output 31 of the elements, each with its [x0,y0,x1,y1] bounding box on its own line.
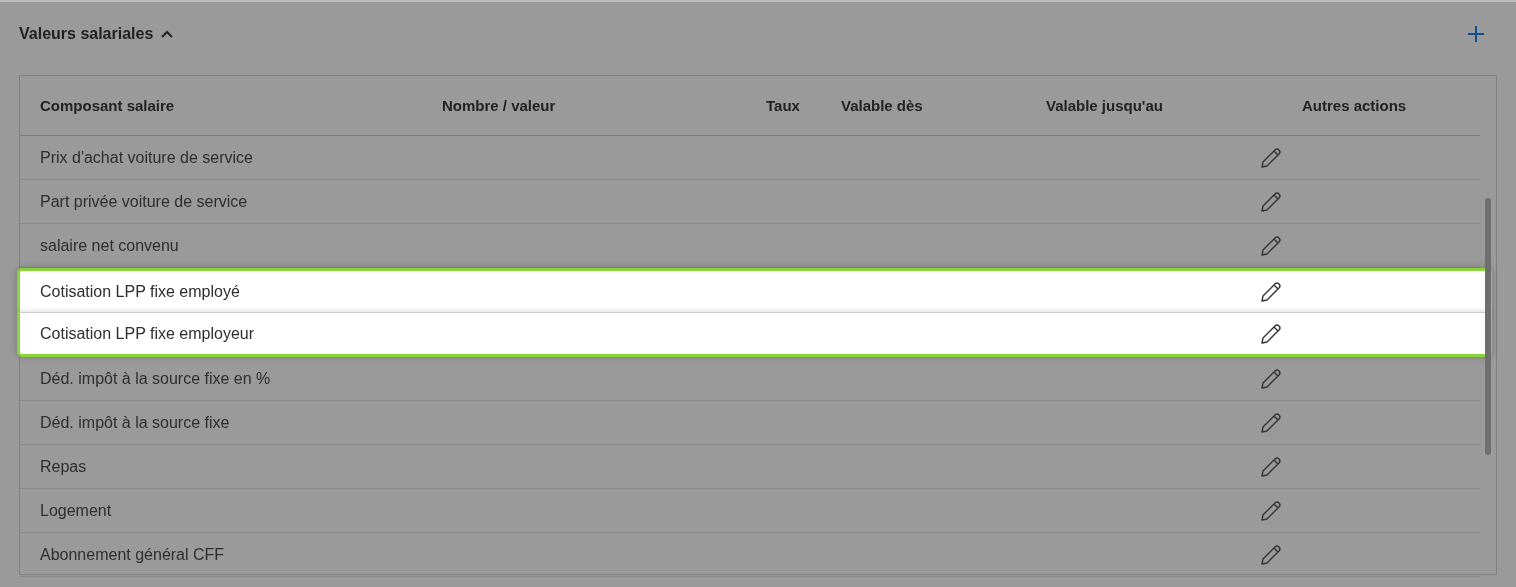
edit-icon[interactable] [1260,322,1282,345]
table-row[interactable]: Déd. impôt à la source fixe [20,401,1480,445]
table-cell-text: Part privée voiture de service [40,192,249,211]
column-header: Autres actions [1301,97,1408,114]
table-row[interactable]: Cotisation LPP fixe employé [17,268,1492,313]
table-row[interactable]: Prix d'achat voiture de service [20,136,1480,180]
table-row[interactable]: Déd. impôt à la source fixe en % [20,357,1480,401]
chevron-up-icon [161,30,174,38]
edit-icon[interactable] [1260,280,1282,303]
table-cell-text: Repas [40,457,88,476]
column-header: Valable dès [841,97,924,114]
scrollbar-thumb[interactable] [1485,198,1491,455]
table-cell-text: salaire net convenu [40,236,180,255]
column-header: Composant salaire [40,97,176,114]
table-row[interactable]: Logement [20,489,1480,533]
column-header: Valable jusqu'au [1046,97,1164,114]
table-cell-text: Abonnement général CFF [40,545,226,564]
table-cell-text: Cotisation LPP fixe employé [40,282,241,301]
table-row[interactable]: Cotisation LPP fixe employeur [17,313,1492,357]
table-cell-text: Déd. impôt à la source fixe en % [40,369,272,388]
table-row[interactable]: Abonnement général CFF [20,533,1480,577]
table-row[interactable]: Part privée voiture de service [20,180,1480,224]
table-cell-text: Prix d'achat voiture de service [40,148,254,167]
table-cell-text: Logement [40,501,113,520]
table-cell-text: Cotisation LPP fixe employeur [40,324,256,343]
column-header: Nombre / valeur [442,97,557,114]
section-toggle[interactable]: Valeurs salariales [19,25,174,43]
column-header: Taux [766,97,801,114]
table-cell-text: Déd. impôt à la source fixe [40,413,231,432]
table-row[interactable]: Repas [20,445,1480,489]
add-icon[interactable] [1467,25,1485,43]
